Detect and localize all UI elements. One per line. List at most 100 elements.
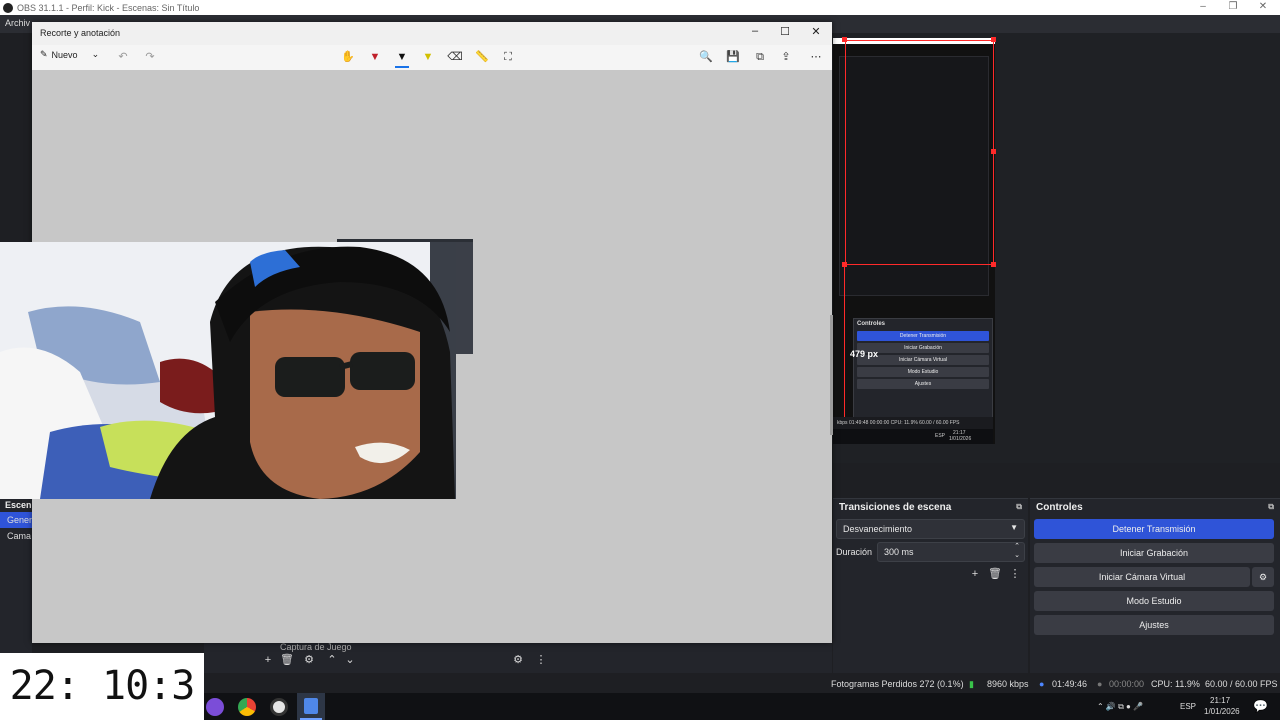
mini-button: Ajustes xyxy=(857,379,989,389)
save-icon[interactable]: 💾 xyxy=(724,48,742,66)
cpu-usage: CPU: 11.9% xyxy=(1151,679,1200,689)
transitions-title: Transiciones de escena xyxy=(839,502,952,513)
scene-item[interactable]: Gener xyxy=(0,512,32,528)
snip-toolbar: ✎ Nuevo ⌄ ↶ ↷ ✋ ▼ ▼ ▼ ⌫ 📏 ⛶ 🔍 💾 ⧉ ⇪ ⋯ xyxy=(32,45,832,70)
mixer-settings-icon[interactable]: ⚙ xyxy=(510,652,526,668)
more-icon[interactable]: ⋮ xyxy=(533,652,549,668)
ballpoint-pen-icon[interactable]: ▼ xyxy=(366,48,384,66)
new-snip-button[interactable]: ✎ Nuevo ⌄ xyxy=(40,49,99,60)
stop-stream-button[interactable]: Detener Transmisión xyxy=(1034,519,1274,539)
crop-icon[interactable]: ⛶ xyxy=(499,48,517,66)
close-icon[interactable]: ✕ xyxy=(1248,0,1278,15)
gear-icon[interactable]: ⚙ xyxy=(1252,567,1274,587)
mini-lang: ESP xyxy=(935,433,946,439)
transition-select[interactable]: Desvanecimiento ▼ xyxy=(836,519,1025,539)
more-icon[interactable]: ⋮ xyxy=(1007,566,1023,582)
dropped-frames: Fotogramas Perdidos 272 (0.1%) xyxy=(831,679,964,689)
chevron-up-icon[interactable]: ⌃ xyxy=(324,652,340,668)
obs-icon[interactable] xyxy=(270,698,288,716)
lang-indicator[interactable]: ESP xyxy=(1180,702,1196,711)
trash-icon[interactable]: 🗑 xyxy=(987,566,1003,582)
scrollbar[interactable] xyxy=(830,315,833,435)
webcam-edge xyxy=(456,242,473,354)
preview-mini-controls: Controles Detener Transmisión Iniciar Gr… xyxy=(853,318,993,428)
trash-icon[interactable]: 🗑 xyxy=(279,652,295,668)
obs-titlebar: OBS 31.1.1 - Perfil: Kick - Escenas: Sin… xyxy=(0,0,1280,15)
copy-icon[interactable]: ⧉ xyxy=(751,48,769,66)
undo-icon[interactable]: ↶ xyxy=(114,48,132,66)
redo-icon[interactable]: ↷ xyxy=(141,48,159,66)
size-label: 479 px xyxy=(850,349,879,359)
resize-handle[interactable] xyxy=(991,262,996,267)
signal-icon: ▮ xyxy=(969,679,974,689)
webcam-image xyxy=(0,242,456,499)
app-icon[interactable] xyxy=(206,698,224,716)
scene-item[interactable]: Cama xyxy=(0,528,32,544)
notification-icon[interactable]: 💬 xyxy=(1253,699,1268,713)
zoom-icon[interactable]: 🔍 xyxy=(697,48,715,66)
ruler-icon[interactable]: 📏 xyxy=(473,48,491,66)
taskbar-date[interactable]: 1/01/2026 xyxy=(1204,707,1240,716)
scenes-dock: Escen Gener Cama xyxy=(0,498,32,673)
chevron-down-icon[interactable]: ⌄ xyxy=(92,49,100,60)
resize-handle[interactable] xyxy=(842,262,847,267)
chevron-down-icon[interactable]: ⌄ xyxy=(342,652,358,668)
snip-titlebar: Recorte y anotación – ☐ ✕ xyxy=(32,22,832,45)
maximize-icon[interactable]: ☐ xyxy=(773,25,797,41)
resize-handle[interactable] xyxy=(991,37,996,42)
duration-value: 300 ms xyxy=(884,547,914,557)
taskbar-time[interactable]: 21:17 xyxy=(1210,696,1230,705)
sources-strip: Captura de Juego + 🗑 ⚙ ⌃ ⌄ ⚙ ⋮ xyxy=(204,642,832,673)
gear-icon[interactable]: ⚙ xyxy=(301,652,317,668)
pencil-icon[interactable]: ▼ xyxy=(393,48,411,68)
add-icon[interactable]: + xyxy=(260,652,276,668)
chrome-icon[interactable] xyxy=(238,698,256,716)
mini-controls-title: Controles xyxy=(857,321,886,327)
touch-writing-icon[interactable]: ✋ xyxy=(339,48,357,66)
undock-icon[interactable]: ⧉ xyxy=(1268,502,1274,512)
chevron-down-icon: ▼ xyxy=(1010,523,1018,532)
bitrate: 8960 kbps xyxy=(987,679,1029,689)
close-icon[interactable]: ✕ xyxy=(804,25,828,41)
duration-input[interactable]: 300 ms ⌃ ⌄ xyxy=(877,542,1025,562)
stream-time: 01:49:46 xyxy=(1052,679,1088,689)
source-item[interactable]: Captura de Juego xyxy=(280,642,352,652)
mini-button: Modo Estudio xyxy=(857,367,989,377)
mini-taskbar: ESP 21:17 1/01/2026 xyxy=(833,429,993,444)
new-snip-icon: ✎ xyxy=(40,49,48,59)
duration-label: Duración xyxy=(836,547,873,557)
controls-dock: Controles ⧉ Detener Transmisión Iniciar … xyxy=(1030,498,1280,673)
transition-selected: Desvanecimiento xyxy=(843,524,913,534)
webcam-photo xyxy=(0,242,456,499)
settings-button[interactable]: Ajustes xyxy=(1034,615,1274,635)
mini-button: Detener Transmisión xyxy=(857,331,989,341)
undock-icon[interactable]: ⧉ xyxy=(1016,502,1022,512)
restore-icon[interactable]: ❐ xyxy=(1218,0,1248,15)
highlighter-icon[interactable]: ▼ xyxy=(419,48,437,66)
tray-icons[interactable]: ⌃ 🔊 ⧉ ● 🎤 xyxy=(1097,702,1143,712)
share-icon[interactable]: ⇪ xyxy=(777,48,795,66)
menu-archivo[interactable]: Archiv xyxy=(5,18,30,28)
minimize-icon[interactable]: – xyxy=(743,25,767,41)
mini-status: kbps 01:49:48 00:00:00 CPU: 11.9% 60.00 … xyxy=(833,417,993,429)
stream-icon: ● xyxy=(1039,679,1045,689)
obs-logo-icon xyxy=(3,2,13,13)
studio-mode-button[interactable]: Modo Estudio xyxy=(1034,591,1274,611)
start-recording-button[interactable]: Iniciar Grabación xyxy=(1034,543,1274,563)
more-icon[interactable]: ⋯ xyxy=(807,48,825,66)
snip-title: Recorte y anotación xyxy=(40,28,121,38)
fps: 60.00 / 60.00 FPS xyxy=(1205,679,1278,689)
desktop: OBS 31.1.1 - Perfil: Kick - Escenas: Sin… xyxy=(0,0,1280,720)
spinner-icon[interactable]: ⌃ ⌄ xyxy=(1014,542,1020,560)
taskbar: ⌃ 🔊 ⧉ ● 🎤 ESP 21:17 1/01/2026 💬 xyxy=(204,693,1280,720)
eraser-icon[interactable]: ⌫ xyxy=(446,48,464,66)
resize-handle[interactable] xyxy=(991,149,996,154)
resize-handle[interactable] xyxy=(842,37,847,42)
record-icon: ● xyxy=(1097,679,1103,689)
virtual-cam-button[interactable]: Iniciar Cámara Virtual xyxy=(1034,567,1250,587)
mini-date: 1/01/2026 xyxy=(949,436,972,442)
snip-taskbar-item[interactable] xyxy=(297,693,325,720)
selection-box[interactable] xyxy=(845,40,994,265)
minimize-icon[interactable]: – xyxy=(1188,0,1218,15)
add-icon[interactable]: + xyxy=(967,566,983,582)
